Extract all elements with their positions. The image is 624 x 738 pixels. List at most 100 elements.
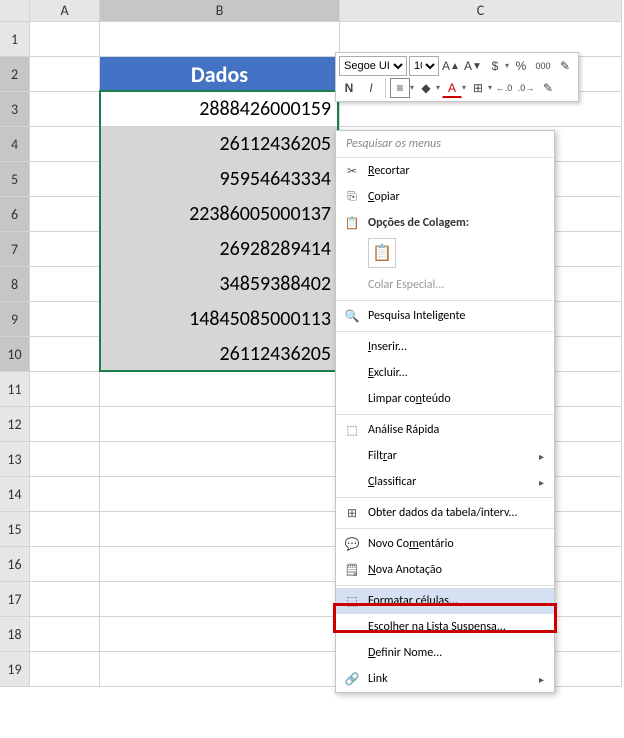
menu-new-comment[interactable]: 💬 Novo Comentário — [336, 531, 554, 557]
row-header-19[interactable]: 19 — [0, 652, 30, 687]
cell-a9[interactable] — [30, 302, 100, 337]
menu-define-name[interactable]: Definir Nome... — [336, 640, 554, 666]
row-header-7[interactable]: 7 — [0, 232, 30, 267]
menu-quick-analysis[interactable]: ⬚ Análise Rápida — [336, 417, 554, 443]
cell-b7[interactable]: 26928289414 — [100, 232, 340, 267]
currency-button[interactable]: $ — [485, 56, 505, 76]
decrease-font-button[interactable]: A▼ — [463, 56, 483, 76]
menu-delete[interactable]: Excluir... — [336, 360, 554, 386]
cell-a1[interactable] — [30, 22, 100, 57]
cell-b1[interactable] — [100, 22, 340, 57]
cell-a15[interactable] — [30, 512, 100, 547]
menu-format-cells[interactable]: ⬚ Formatar células... — [336, 588, 554, 614]
menu-filter[interactable]: Filtrar ▸ — [336, 443, 554, 469]
cell-a6[interactable] — [30, 197, 100, 232]
menu-link[interactable]: 🔗 Link ▸ — [336, 666, 554, 692]
cell-a8[interactable] — [30, 267, 100, 302]
row-header-12[interactable]: 12 — [0, 407, 30, 442]
chevron-right-icon: ▸ — [539, 476, 544, 489]
row-header-16[interactable]: 16 — [0, 547, 30, 582]
row-header-18[interactable]: 18 — [0, 617, 30, 652]
menu-quick-analysis-label: Análise Rápida — [368, 423, 439, 437]
cell-a13[interactable] — [30, 442, 100, 477]
thousands-button[interactable]: 000 — [533, 56, 553, 76]
font-family-select[interactable]: Segoe UI — [339, 56, 407, 76]
col-header-a[interactable]: A — [30, 0, 100, 22]
cell-a4[interactable] — [30, 127, 100, 162]
row-header-4[interactable]: 4 — [0, 127, 30, 162]
fill-color-button[interactable]: ◆ — [416, 78, 436, 98]
menu-clear[interactable]: Limpar conteúdo — [336, 386, 554, 412]
row-header-5[interactable]: 5 — [0, 162, 30, 197]
cell-b9[interactable]: 14845085000113 — [100, 302, 340, 337]
cell-a17[interactable] — [30, 582, 100, 617]
cell-a5[interactable] — [30, 162, 100, 197]
cell-b4[interactable]: 26112436205 — [100, 127, 340, 162]
percent-button[interactable]: % — [511, 56, 531, 76]
cell-b11[interactable] — [100, 372, 340, 407]
row-header-6[interactable]: 6 — [0, 197, 30, 232]
row-header-3[interactable]: 3 — [0, 92, 30, 127]
select-all-corner[interactable] — [0, 0, 30, 22]
increase-decimal-button[interactable]: ←.0 — [494, 78, 514, 98]
cell-a12[interactable] — [30, 407, 100, 442]
menu-insert[interactable]: Inserir... — [336, 334, 554, 360]
menu-new-note[interactable]: 🗒 Nova Anotação — [336, 557, 554, 583]
menu-sort[interactable]: Classificar ▸ — [336, 469, 554, 495]
col-header-b[interactable]: B — [100, 0, 340, 22]
menu-get-data[interactable]: ⊞ Obter dados da tabela/interv... — [336, 500, 554, 526]
cell-a2[interactable] — [30, 57, 100, 92]
cell-b16[interactable] — [100, 547, 340, 582]
align-button[interactable]: ≡ — [390, 78, 410, 98]
cell-a16[interactable] — [30, 547, 100, 582]
bold-button[interactable]: N — [339, 78, 359, 98]
row-header-15[interactable]: 15 — [0, 512, 30, 547]
italic-button[interactable]: I — [361, 78, 381, 98]
menu-search-input[interactable]: Pesquisar os menus — [336, 131, 554, 158]
cell-a11[interactable] — [30, 372, 100, 407]
decrease-decimal-button[interactable]: .0→ — [516, 78, 536, 98]
row-header-14[interactable]: 14 — [0, 477, 30, 512]
row-header-13[interactable]: 13 — [0, 442, 30, 477]
cell-b13[interactable] — [100, 442, 340, 477]
cell-a18[interactable] — [30, 617, 100, 652]
cell-b15[interactable] — [100, 512, 340, 547]
row-header-2[interactable]: 2 — [0, 57, 30, 92]
cell-b3[interactable]: 2888426000159 — [100, 92, 340, 127]
row-header-9[interactable]: 9 — [0, 302, 30, 337]
cell-b12[interactable] — [100, 407, 340, 442]
cell-b14[interactable] — [100, 477, 340, 512]
cell-a14[interactable] — [30, 477, 100, 512]
row-header-11[interactable]: 11 — [0, 372, 30, 407]
row-header-8[interactable]: 8 — [0, 267, 30, 302]
cell-b19[interactable] — [100, 652, 340, 687]
font-color-button[interactable]: A — [442, 78, 462, 98]
row-header-10[interactable]: 10 — [0, 337, 30, 372]
menu-copy[interactable]: ⎘ Copiar — [336, 184, 554, 210]
font-size-select[interactable]: 10 — [409, 56, 439, 76]
cell-a10[interactable] — [30, 337, 100, 372]
cell-b10[interactable]: 26112436205 — [100, 337, 340, 372]
cell-b17[interactable] — [100, 582, 340, 617]
increase-font-button[interactable]: A▲ — [441, 56, 461, 76]
menu-smart-lookup[interactable]: 🔍 Pesquisa Inteligente — [336, 303, 554, 329]
menu-cut[interactable]: ✂ Recortar — [336, 158, 554, 184]
cell-a19[interactable] — [30, 652, 100, 687]
row-header-1[interactable]: 1 — [0, 22, 30, 57]
cell-a3[interactable] — [30, 92, 100, 127]
format-button[interactable]: ✎ — [538, 78, 558, 98]
menu-pick-list-label: Escolher na Lista Suspensa... — [368, 620, 506, 634]
cell-b18[interactable] — [100, 617, 340, 652]
row-header-17[interactable]: 17 — [0, 582, 30, 617]
col-header-c[interactable]: C — [340, 0, 622, 22]
cell-b8[interactable]: 34859388402 — [100, 267, 340, 302]
cell-a7[interactable] — [30, 232, 100, 267]
cell-b5[interactable]: 95954643334 — [100, 162, 340, 197]
paste-default-button[interactable]: 📋 — [368, 238, 396, 268]
cell-b6[interactable]: 22386005000137 — [100, 197, 340, 232]
cell-b2-header[interactable]: Dados — [100, 57, 340, 92]
quick-analysis-icon: ⬚ — [344, 422, 360, 438]
format-painter-button[interactable]: ✎ — [555, 56, 575, 76]
menu-pick-list[interactable]: Escolher na Lista Suspensa... — [336, 614, 554, 640]
border-button[interactable]: ⊞ — [468, 78, 488, 98]
